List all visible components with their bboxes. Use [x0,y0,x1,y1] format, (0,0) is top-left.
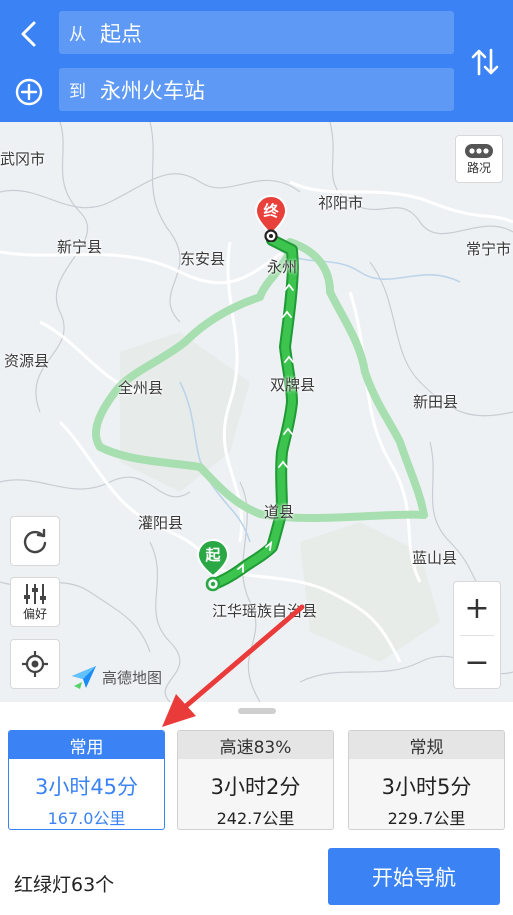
route-option-tab: 常规 [349,731,504,759]
route-header: 从 起点 到 永州火车站 [0,0,513,122]
amap-logo-text: 高德地图 [102,668,163,687]
map-label-ziyuan: 资源县 [4,352,50,370]
traffic-light-count: 红绿灯63个 [14,874,115,896]
zoom-in-button[interactable]: + [454,582,500,635]
route-option-highway[interactable]: 高速83% 3小时2分 242.7公里 [177,730,334,830]
map-label-yongzhou: 永州 [267,258,298,276]
preference-label: 偏好 [22,606,47,621]
preference-button[interactable]: 偏好 [10,577,60,627]
amap-logo: 高德地图 [70,664,162,690]
drag-handle[interactable] [238,708,276,714]
start-marker-label: 起 [205,546,221,564]
start-navigation-button[interactable]: 开始导航 [328,848,500,905]
start-marker[interactable]: 起 [196,538,230,594]
chevron-left-icon [21,21,36,47]
back-button[interactable] [14,18,46,50]
map-label-changning: 常宁市 [466,240,512,258]
route-option-regular[interactable]: 常规 3小时5分 229.7公里 [348,730,505,830]
destination-field[interactable]: 到 永州火车站 [59,68,454,111]
traffic-icon [465,143,493,158]
map-label-lanshan: 蓝山县 [412,549,458,567]
route-option-distance: 229.7公里 [387,809,466,828]
map-label-xinning: 新宁县 [57,238,103,256]
traffic-toggle-label: 路况 [466,160,491,175]
destination-prefix: 到 [69,82,86,102]
route-option-duration: 3小时45分 [34,775,139,799]
map-view[interactable]: 武冈市 祁阳市 新宁县 东安县 永州 常宁市 资源县 全州县 双牌县 新田县 灌… [0,122,513,702]
route-option-tab: 高速83% [178,731,333,759]
map-label-dongan: 东安县 [180,250,226,268]
swap-button[interactable] [468,44,502,80]
origin-value: 起点 [100,21,142,46]
map-label-guanyang: 灌阳县 [138,514,184,532]
plus-circle-icon [15,78,43,106]
end-marker[interactable]: 终 [254,194,288,242]
map-label-wugang: 武冈市 [0,150,46,168]
map-label-xintian: 新田县 [413,393,459,411]
refresh-icon [23,528,47,554]
map-label-qiyang: 祁阳市 [318,194,364,212]
locate-button[interactable] [10,639,60,689]
route-option-common[interactable]: 常用 3小时45分 167.0公里 [8,730,165,830]
zoom-out-button[interactable]: − [454,636,500,689]
destination-value: 永州火车站 [100,78,205,103]
route-option-duration: 3小时5分 [381,775,472,799]
refresh-button[interactable] [10,516,60,566]
map-label-daoxian: 道县 [264,503,295,521]
end-marker-label: 终 [263,202,279,220]
route-option-distance: 167.0公里 [47,809,126,828]
map-label-quanzhou: 全州县 [118,379,164,397]
traffic-toggle-button[interactable]: 路况 [455,135,503,183]
amap-logo-icon [72,666,96,689]
add-waypoint-button[interactable] [13,76,45,108]
origin-field[interactable]: 从 起点 [59,11,454,54]
route-panel: 常用 3小时45分 167.0公里 高速83% 3小时2分 242.7公里 常规… [0,702,513,915]
origin-prefix: 从 [69,25,86,45]
route-option-tab: 常用 [9,731,164,759]
swap-arrows-icon [471,48,499,76]
zoom-controls: + − [453,581,501,689]
map-label-jianghua: 江华瑶族自治县 [212,602,318,620]
crosshair-icon [22,651,48,677]
route-option-distance: 242.7公里 [216,809,295,828]
map-label-shuangpai: 双牌县 [270,376,316,394]
route-option-duration: 3小时2分 [210,775,301,799]
sliders-icon [24,583,46,604]
